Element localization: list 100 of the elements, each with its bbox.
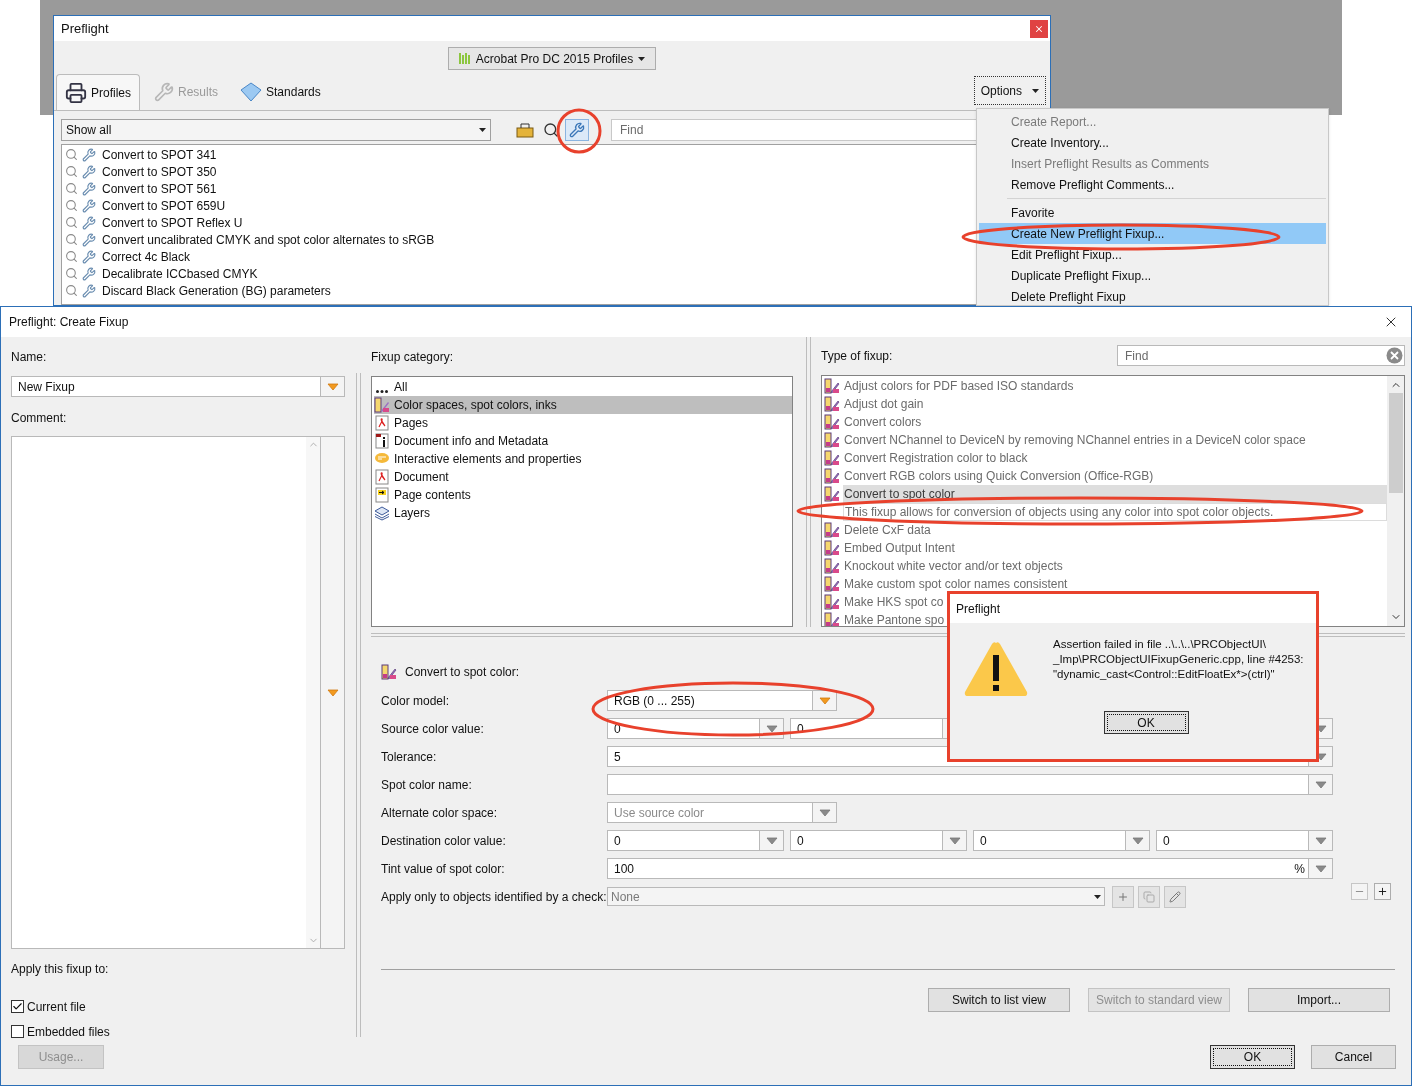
list-item[interactable]: Convert to SPOT 350 bbox=[102, 162, 217, 181]
list-item[interactable]: Convert Registration color to black bbox=[843, 448, 1387, 467]
percent-field[interactable]: 100 % bbox=[607, 858, 1333, 879]
setting-label: Destination color value: bbox=[381, 832, 507, 850]
caret-icon bbox=[1094, 894, 1101, 899]
scrollbar[interactable] bbox=[1387, 375, 1404, 626]
search-icon bbox=[65, 148, 78, 161]
list-item[interactable]: Adjust dot gain bbox=[843, 394, 1387, 413]
search-icon bbox=[65, 233, 78, 246]
find-field[interactable]: Find bbox=[1117, 345, 1405, 367]
swatch-pen-icon bbox=[824, 557, 840, 574]
value-field[interactable]: 0 bbox=[973, 830, 1150, 851]
list-item[interactable]: Decalibrate ICCbased CMYK bbox=[102, 264, 258, 283]
swatch-pen-icon bbox=[824, 377, 840, 394]
apply-label: Apply this fixup to: bbox=[11, 961, 110, 978]
search-icon bbox=[65, 216, 78, 229]
checkbox[interactable] bbox=[11, 1025, 24, 1038]
fixup-description: This fixup allows for conversion of objects using any color into spot color objects. bbox=[843, 502, 1387, 521]
dropdown-arrow-icon bbox=[1314, 836, 1327, 845]
wrench-icon bbox=[82, 181, 96, 196]
search-icon bbox=[65, 250, 78, 263]
input-field[interactable] bbox=[607, 774, 1333, 795]
wrench-icon bbox=[154, 82, 174, 102]
cancel-button[interactable]: Cancel bbox=[1311, 1045, 1396, 1069]
clear-icon[interactable] bbox=[1386, 347, 1403, 365]
search-icon bbox=[65, 182, 78, 195]
swatch-pen-icon bbox=[824, 449, 840, 466]
menu-item[interactable]: Delete Preflight Fixup bbox=[979, 286, 1326, 307]
profiles-button[interactable]: Acrobat Pro DC 2015 Profiles bbox=[447, 47, 657, 70]
list-item[interactable]: Convert to SPOT 659U bbox=[102, 196, 226, 215]
category-item[interactable]: Document info and Metadata bbox=[374, 432, 792, 450]
list-item[interactable]: Adjust colors for PDF based ISO standards bbox=[843, 376, 1387, 395]
category-item[interactable]: Page contents bbox=[374, 486, 792, 504]
search-icon bbox=[65, 165, 78, 178]
dropdown-arrow-icon bbox=[1314, 864, 1327, 873]
category-item[interactable]: Layers bbox=[374, 504, 792, 522]
swatch-pen-icon bbox=[824, 575, 840, 592]
search-icon bbox=[65, 199, 78, 212]
dropdown-arrow-icon bbox=[948, 836, 961, 845]
list-item[interactable]: Convert RGB colors using Quick Conversion (Office-RGB) bbox=[843, 466, 1387, 485]
category-item[interactable]: Document bbox=[374, 468, 792, 486]
plus-icon bbox=[1377, 886, 1388, 897]
checkbox[interactable] bbox=[11, 1000, 24, 1013]
wrench-icon bbox=[82, 232, 96, 247]
wrench-button[interactable] bbox=[565, 119, 589, 141]
value-field[interactable]: 0 bbox=[790, 830, 967, 851]
list-item[interactable]: Convert colors bbox=[843, 412, 1387, 431]
checkbox-label: Current file bbox=[27, 998, 86, 1016]
menu-item[interactable]: Duplicate Preflight Fixup... bbox=[979, 265, 1326, 286]
swatch-pen-icon bbox=[374, 397, 390, 413]
name-field[interactable]: New Fixup bbox=[11, 376, 345, 397]
dropdown-arrow-icon bbox=[1314, 780, 1327, 789]
ok-button[interactable]: OK bbox=[1103, 711, 1189, 734]
edit-button[interactable] bbox=[1164, 885, 1186, 908]
category-item[interactable]: Interactive elements and properties bbox=[374, 450, 792, 468]
dropdown-arrow-icon bbox=[765, 836, 778, 845]
list-item[interactable]: Knockout white vector and/or text objects bbox=[843, 556, 1387, 575]
wrench-icon bbox=[82, 215, 96, 230]
dropdown-arrow-icon bbox=[765, 724, 778, 733]
menu-item[interactable]: Favorite bbox=[979, 202, 1326, 223]
list-item[interactable]: Convert to SPOT Reflex U bbox=[102, 213, 243, 232]
ok-button[interactable]: OK bbox=[1210, 1045, 1295, 1069]
add-button[interactable] bbox=[1374, 883, 1391, 900]
menu-item[interactable]: Edit Preflight Fixup... bbox=[979, 244, 1326, 265]
list-item[interactable]: Convert to SPOT 341 bbox=[102, 145, 217, 164]
checkbox-label: Embedded files bbox=[27, 1023, 110, 1041]
list-item[interactable]: Make custom spot color names consistent bbox=[843, 574, 1387, 593]
list-item[interactable]: Convert uncalibrated CMYK and spot color alternates to sRGB bbox=[102, 230, 435, 249]
view-button[interactable]: Import... bbox=[1248, 988, 1390, 1012]
scrollbar[interactable] bbox=[306, 437, 320, 948]
list-item[interactable]: Embed Output Intent bbox=[843, 538, 1387, 557]
name-label: Name: bbox=[11, 349, 48, 366]
menu-item[interactable]: Remove Preflight Comments... bbox=[979, 174, 1326, 195]
list-item[interactable]: Convert NChannel to DeviceN by removing NChannel entries in a DeviceN color space bbox=[843, 430, 1387, 449]
setting-label: Source color value: bbox=[381, 720, 485, 738]
view-button[interactable]: Switch to list view bbox=[928, 988, 1070, 1012]
category-item[interactable]: Pages bbox=[374, 414, 792, 432]
tab[interactable]: Profiles bbox=[56, 74, 140, 110]
setting-label: Color model: bbox=[381, 692, 451, 710]
value-field[interactable]: 0 bbox=[1156, 830, 1333, 851]
wrench-icon bbox=[82, 266, 96, 281]
remove-button[interactable] bbox=[1351, 883, 1368, 900]
options-button[interactable]: Options bbox=[973, 76, 1046, 105]
check-dropdown[interactable]: None bbox=[607, 887, 1105, 906]
tab[interactable]: Standards bbox=[232, 74, 329, 110]
setting-label: Spot color name: bbox=[381, 776, 473, 794]
setting-label: Apply only to objects identified by a check: bbox=[381, 888, 607, 906]
filter-dropdown[interactable]: Show all bbox=[61, 119, 491, 141]
list-item[interactable]: Correct 4c Black bbox=[102, 247, 191, 266]
dropdown-arrow-icon bbox=[326, 382, 339, 391]
category-item[interactable]: All bbox=[374, 378, 792, 396]
value-field[interactable]: 0 bbox=[607, 830, 784, 851]
list-item[interactable]: Discard Black Generation (BG) parameters bbox=[102, 281, 331, 300]
category-item[interactable]: Color spaces, spot colors, inks bbox=[374, 396, 792, 414]
list-item[interactable]: Convert to spot color bbox=[843, 484, 1387, 503]
window-title: Preflight bbox=[61, 19, 109, 38]
swatch-pen-icon bbox=[381, 664, 397, 680]
list-item[interactable]: Convert to SPOT 561 bbox=[102, 179, 217, 198]
list-item[interactable]: Delete CxF data bbox=[843, 520, 1387, 539]
select-field[interactable]: RGB (0 ... 255) bbox=[607, 690, 837, 711]
